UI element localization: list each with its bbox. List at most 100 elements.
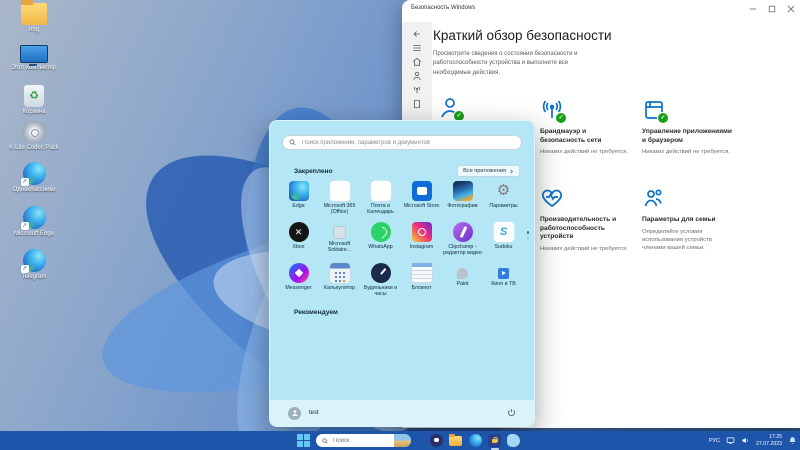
windows-security-taskbar-icon[interactable] xyxy=(488,434,501,447)
minimize-button[interactable] xyxy=(748,4,758,14)
firewall-icon[interactable] xyxy=(402,83,432,96)
desktop-icon-this-pc[interactable]: Этот компьютер xyxy=(6,45,62,72)
start-app-xbox[interactable]: ✕Xbox xyxy=(278,222,319,262)
start-app-photos[interactable]: Фотографии xyxy=(442,181,483,221)
app-label: Параметры xyxy=(483,203,524,209)
desktop-icon-telegram[interactable]: ↗ Telegram xyxy=(6,249,62,281)
desktop-icon-label: Img xyxy=(6,27,62,34)
app-label: Будильники и часы xyxy=(360,285,401,297)
taskbar-search-box[interactable] xyxy=(316,434,411,447)
user-avatar[interactable] xyxy=(288,407,301,420)
clock[interactable]: 17:25 27.07.2023 xyxy=(756,434,782,448)
app-label: Почта и Календарь xyxy=(360,203,401,215)
tile-desc: Никаких действий не требуется. xyxy=(642,148,734,156)
start-app-paint[interactable]: Paint xyxy=(442,263,483,303)
start-app-edge[interactable]: Edge xyxy=(278,181,319,221)
app-label: Sudoku xyxy=(483,244,524,250)
desktop-icon-label: Telegram xyxy=(6,274,62,281)
desktop-icon-img-folder[interactable]: Img xyxy=(6,3,62,34)
security-heading: Краткий обзор безопасности xyxy=(433,28,612,43)
desktop-icon-recycle-bin[interactable]: ♻ Корзина xyxy=(6,85,62,116)
start-app-mail[interactable]: Почта и Календарь xyxy=(360,181,401,221)
tile-firewall[interactable]: ✓ Брандмауэр и безопасность сети Никаких… xyxy=(540,98,632,156)
start-app-instagram[interactable]: Instagram xyxy=(401,222,442,262)
app-label: Microsoft Store xyxy=(401,203,442,209)
security-subtitle: Просмотрите сведения о состоянии безопас… xyxy=(433,50,605,78)
computer-icon xyxy=(20,45,48,63)
network-icon[interactable] xyxy=(726,436,735,445)
tile-account-protection[interactable]: ✓ xyxy=(438,96,530,120)
tile-device-performance[interactable]: Производительность и работоспособность у… xyxy=(540,186,632,253)
status-ok-badge: ✓ xyxy=(555,112,567,124)
chevron-right-icon xyxy=(509,169,514,174)
start-search-input[interactable] xyxy=(300,139,515,147)
desktop-icon-edge[interactable]: ↗ Microsoft Edge xyxy=(6,206,62,238)
paint-app-icon xyxy=(457,268,468,279)
account-protection-icon: ✓ xyxy=(438,96,462,120)
start-app-office[interactable]: Microsoft 365 (Office) xyxy=(319,181,360,221)
instagram-app-icon xyxy=(412,222,432,242)
edge-browser-icon[interactable] xyxy=(469,434,482,447)
page-indicator[interactable] xyxy=(527,231,530,239)
notification-bell-icon[interactable] xyxy=(788,432,797,450)
start-footer: test xyxy=(270,400,534,426)
start-button[interactable] xyxy=(297,434,310,447)
store-taskbar-icon[interactable] xyxy=(507,434,520,447)
office-app-icon xyxy=(330,181,350,201)
maximize-button[interactable] xyxy=(767,4,777,14)
app-label: WhatsApp xyxy=(360,244,401,250)
desktop-icon-klite[interactable]: K-Lite Codec Pack xyxy=(6,121,62,152)
store-app-icon xyxy=(412,181,432,201)
start-app-store[interactable]: Microsoft Store xyxy=(401,181,442,221)
power-icon xyxy=(507,408,516,417)
start-app-messenger[interactable]: Messenger xyxy=(278,263,319,303)
back-icon[interactable] xyxy=(402,27,432,40)
windows-logo-icon xyxy=(304,441,310,447)
windows-logo-icon xyxy=(304,434,310,440)
start-search-box[interactable] xyxy=(282,135,522,150)
app-label: Messenger xyxy=(278,285,319,291)
search-highlight-image xyxy=(394,434,411,447)
start-app-clipchamp[interactable]: Clipchamp - редактор видео xyxy=(442,222,483,262)
photos-app-icon xyxy=(453,181,473,201)
file-explorer-icon[interactable] xyxy=(449,436,462,446)
tile-app-browser[interactable]: ✓ Управление приложениями и браузером Ни… xyxy=(642,98,734,156)
start-app-whatsapp[interactable]: WhatsApp xyxy=(360,222,401,262)
home-icon[interactable] xyxy=(402,55,432,68)
tray-date: 27.07.2023 xyxy=(756,441,782,448)
power-button[interactable] xyxy=(507,404,516,422)
language-indicator[interactable]: РУС xyxy=(709,438,720,444)
desktop-icon-label: Корзина xyxy=(6,109,62,116)
close-button[interactable] xyxy=(786,4,796,14)
menu-icon[interactable] xyxy=(402,41,432,54)
start-app-solitaire[interactable]: Microsoft Solitaire... xyxy=(319,222,360,262)
search-icon xyxy=(289,139,296,146)
windows-logo-icon xyxy=(297,441,303,447)
settings-gear-icon: ⚙ xyxy=(494,181,514,201)
taskbar-search-input[interactable] xyxy=(331,437,383,445)
volume-icon[interactable] xyxy=(741,436,750,445)
app-label: Paint xyxy=(442,281,483,287)
start-app-notepad[interactable]: Блокнот xyxy=(401,263,442,303)
tile-title: Параметры для семьи xyxy=(642,216,734,225)
start-app-movies[interactable]: Кино и ТВ xyxy=(483,263,524,303)
mail-app-icon xyxy=(371,181,391,201)
app-label: Edge xyxy=(278,203,319,209)
start-app-calculator[interactable]: Калькулятор xyxy=(319,263,360,303)
chat-icon[interactable] xyxy=(430,434,443,447)
status-ok-badge: ✓ xyxy=(657,112,669,124)
start-app-sudoku[interactable]: SSudoku xyxy=(483,222,524,262)
account-protection-icon[interactable] xyxy=(402,69,432,82)
all-apps-label: Все приложения xyxy=(463,168,506,174)
start-app-settings[interactable]: ⚙ Параметры xyxy=(483,181,524,221)
tile-desc: Определяйте условия использования устрой… xyxy=(642,228,734,253)
desktop-icon-odnoklassniki[interactable]: ↗ Одноклассники xyxy=(6,162,62,194)
start-app-clock[interactable]: Будильники и часы xyxy=(360,263,401,303)
all-apps-button[interactable]: Все приложения xyxy=(457,165,520,177)
desktop-icon-label: K-Lite Codec Pack xyxy=(6,145,62,152)
device-security-icon[interactable] xyxy=(402,97,432,110)
solitaire-app-icon xyxy=(333,226,346,239)
tile-family-options[interactable]: Параметры для семьи Определяйте условия … xyxy=(642,186,734,252)
app-label: Microsoft 365 (Office) xyxy=(319,203,360,215)
window-title: Безопасность Windows xyxy=(411,5,475,11)
